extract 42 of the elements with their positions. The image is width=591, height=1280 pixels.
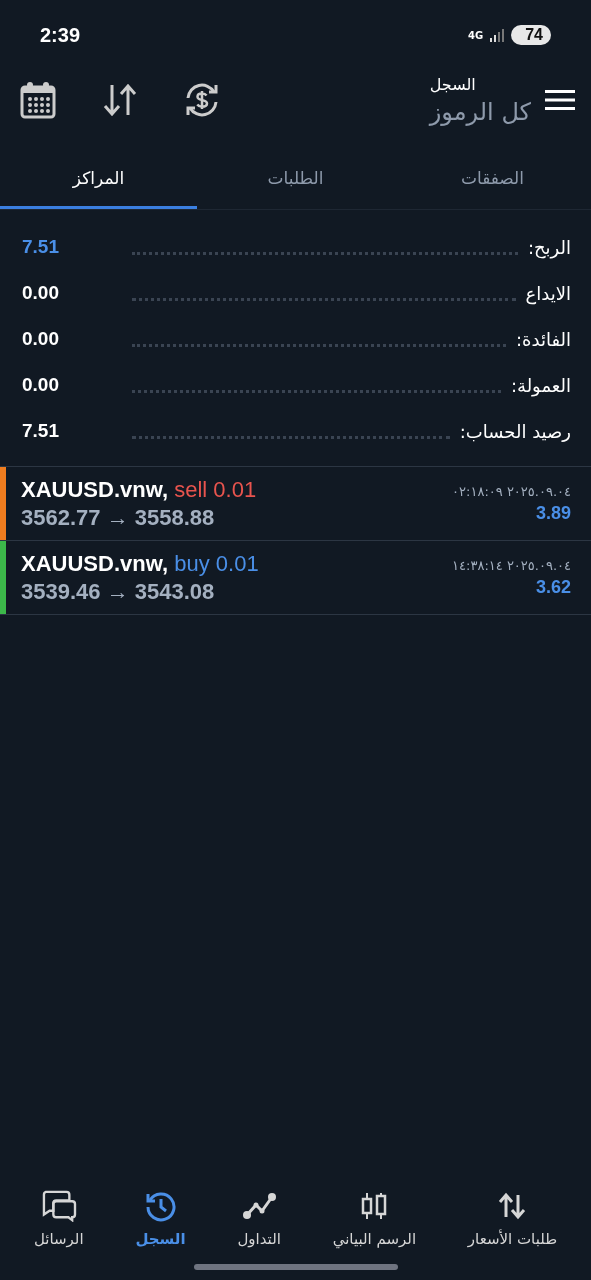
summary-label: الربح:: [527, 236, 571, 258]
signal-icon: [489, 27, 506, 43]
tab[interactable]: المراكز: [0, 158, 197, 209]
summary-value: 0.00: [22, 282, 60, 304]
network-label: 4G: [468, 29, 484, 41]
symbol-filter[interactable]: كل الرموز: [429, 97, 531, 126]
sort-arrows-icon[interactable]: [102, 83, 138, 117]
nav-item[interactable]: طلبات الأسعار: [467, 1190, 558, 1248]
history-icon: [144, 1190, 177, 1222]
deal-prices: 3562.77 → 3558.88: [21, 504, 216, 531]
calendar-icon[interactable]: [20, 81, 56, 119]
candlestick-icon: [360, 1190, 389, 1222]
summary-value: 7.51: [22, 236, 60, 258]
deal-side: sell 0.01: [174, 476, 257, 502]
deal-side: buy 0.01: [174, 550, 259, 576]
summary-label: العمولة:: [510, 374, 571, 396]
menu-icon[interactable]: [545, 89, 575, 111]
nav-item[interactable]: الرسائل: [33, 1190, 84, 1248]
summary-label: الايداع: [525, 282, 571, 304]
deal-profit: 3.62: [535, 576, 571, 598]
line-chart-icon: [242, 1190, 277, 1222]
summary-value: 0.00: [22, 328, 60, 350]
nav-item[interactable]: السجل: [135, 1190, 186, 1248]
nav-item[interactable]: الرسم البياني: [332, 1190, 417, 1248]
deal-profit: 3.89: [535, 502, 571, 524]
deal-symbol: XAUUSD.vnw,: [21, 476, 169, 502]
deal-symbol: XAUUSD.vnw,: [21, 550, 169, 576]
summary-label: الفائدة:: [515, 328, 571, 350]
tab[interactable]: الصفقات: [394, 158, 591, 209]
deal-prices: 3539.46 → 3543.08: [21, 578, 216, 605]
page-title: السجل: [429, 74, 476, 94]
nav-item[interactable]: التداول: [237, 1190, 281, 1248]
battery-indicator: 74: [511, 25, 551, 45]
deal-time: ٢٠٢٥.٠٩.٠٤ ٠٢:١٨:٠٩: [452, 483, 571, 499]
sort-arrows-icon: [498, 1190, 527, 1222]
status-time: 2:39: [40, 23, 81, 47]
summary-value: 0.00: [22, 374, 60, 396]
tab[interactable]: الطلبات: [197, 158, 394, 209]
dollar-exchange-icon[interactable]: [184, 82, 220, 118]
deal-time: ٢٠٢٥.٠٩.٠٤ ١٤:٣٨:١٤: [452, 557, 571, 573]
summary-label: رصيد الحساب:: [459, 420, 571, 442]
summary-value: 7.51: [22, 420, 60, 442]
